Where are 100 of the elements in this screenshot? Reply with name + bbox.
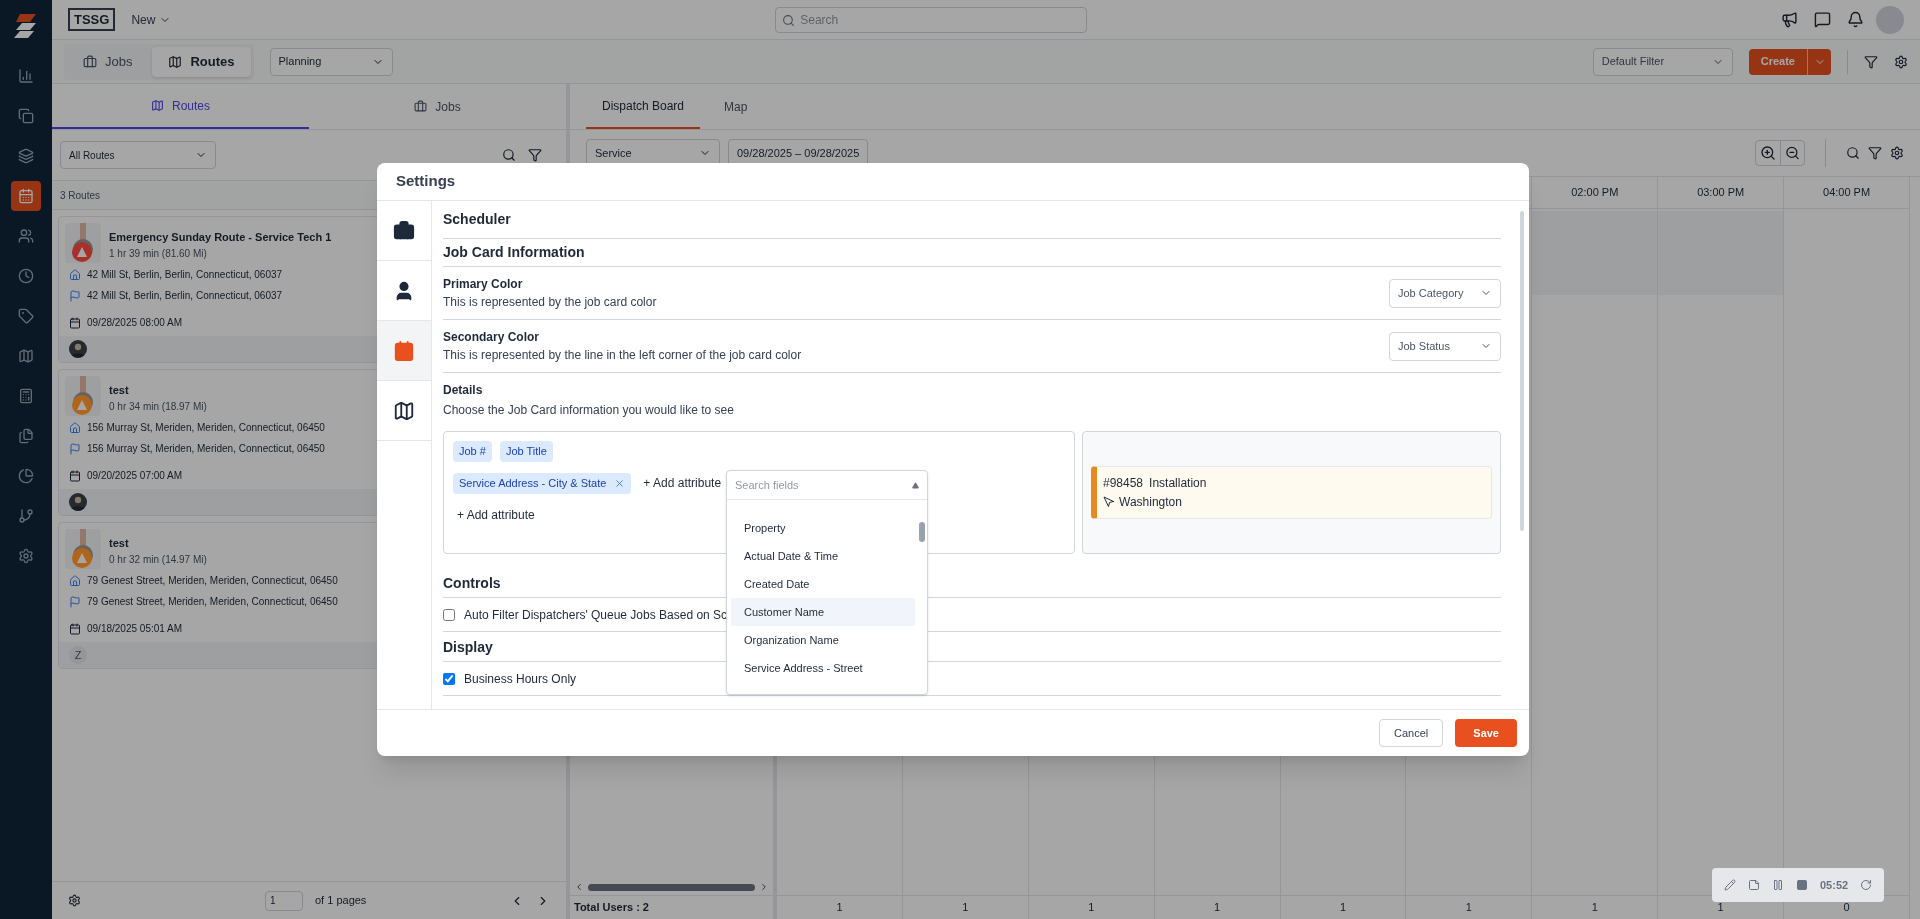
- settings-icon: [1894, 54, 1908, 69]
- section-title: Controls: [443, 574, 501, 593]
- field-option[interactable]: Customer Name: [731, 598, 915, 626]
- flag-icon: [69, 289, 81, 302]
- flag-icon: [69, 442, 81, 455]
- map-icon: [168, 54, 183, 69]
- hour-header: 02:00 PM: [1571, 185, 1619, 201]
- route-start: 156 Murray St, Meriden, Meriden, Connecticut, 06450: [87, 421, 325, 435]
- route-count: 3 Routes: [60, 188, 101, 203]
- route-start: 42 Mill St, Berlin, Berlin, Connecticut, 06037: [87, 268, 283, 282]
- remove-icon: [614, 477, 626, 489]
- horizontal-scrollbar[interactable]: [588, 883, 755, 891]
- copy-icon: [18, 108, 34, 124]
- dialog-title: Settings: [396, 171, 456, 192]
- field-option[interactable]: Actual Date & Time: [731, 542, 915, 570]
- branch-icon: [18, 508, 34, 524]
- board-tab[interactable]: Map: [708, 85, 764, 129]
- page-count: of 1 pages: [315, 893, 367, 909]
- panel-tab[interactable]: Jobs: [309, 84, 566, 129]
- mode-select[interactable]: Planning: [269, 47, 393, 76]
- calculator-icon: [18, 388, 34, 404]
- nav-rail-item[interactable]: [11, 181, 41, 211]
- megaphone-icon: [1781, 11, 1798, 28]
- total-users: Total Users : 2: [574, 900, 649, 916]
- setting-label: Details: [443, 382, 484, 399]
- job-number: #98458: [1103, 475, 1144, 492]
- job-location: Washington: [1119, 494, 1182, 511]
- route-duration: 1 hr 39 min (81.60 Mi): [109, 246, 208, 261]
- column-total: 1: [1717, 900, 1724, 916]
- scroll-left-icon: [574, 882, 584, 892]
- create-menu-button[interactable]: [1807, 48, 1831, 75]
- color-source-select[interactable]: Job Category: [1389, 278, 1501, 308]
- route-filter-select[interactable]: All Routes: [60, 141, 216, 169]
- notifications-icon: [1847, 11, 1864, 28]
- field-option[interactable]: Service Address - Street: [731, 654, 915, 682]
- field-option[interactable]: Created Date: [731, 570, 915, 598]
- briefcase-icon: [414, 100, 428, 113]
- calendar-icon: [393, 339, 415, 362]
- column-total: 1: [1088, 900, 1095, 916]
- caret-up-icon: [912, 481, 919, 489]
- flag-icon: [69, 595, 81, 608]
- chat-icon: [1814, 11, 1831, 28]
- route-name: test: [109, 536, 130, 551]
- route-duration: 0 hr 32 min (14.97 Mi): [109, 552, 207, 567]
- clock-icon: [18, 268, 34, 284]
- route-date: 09/28/2025 08:00 AM: [87, 316, 183, 330]
- section-title: Display: [443, 638, 493, 657]
- checkbox[interactable]: [443, 672, 455, 685]
- view-tab[interactable]: Jobs: [67, 46, 149, 77]
- map-icon: [393, 399, 415, 422]
- route-end: 79 Genest Street, Meriden, Meriden, Connecticut, 06450: [87, 595, 338, 609]
- page-field[interactable]: 1: [265, 890, 303, 911]
- search-fields-field[interactable]: Search fields: [727, 471, 912, 499]
- dropdown-scrollbar[interactable]: [919, 522, 925, 542]
- navigation-icon: [77, 247, 87, 257]
- view-tab[interactable]: Routes: [152, 46, 251, 77]
- briefcase-icon: [393, 219, 415, 242]
- bar-chart-icon: [18, 68, 34, 84]
- field-option[interactable]: Organization Name: [731, 626, 915, 654]
- pie-chart-icon: [18, 468, 34, 484]
- search-field[interactable]: Search: [775, 6, 1088, 33]
- calendar-icon: [69, 622, 81, 635]
- color-source-select[interactable]: Job Status: [1389, 331, 1501, 361]
- cancel-button[interactable]: Cancel: [1379, 719, 1444, 747]
- navigation-icon: [77, 553, 87, 563]
- new-menu[interactable]: New: [131, 10, 172, 29]
- navigation-icon: [77, 400, 87, 410]
- column-total: 1: [962, 900, 969, 916]
- checkbox[interactable]: [443, 608, 455, 621]
- save-button[interactable]: Save: [1455, 719, 1517, 747]
- column-total: 1: [1591, 900, 1598, 916]
- search-icon: [502, 148, 516, 162]
- column-total: 1: [1214, 900, 1221, 916]
- dialog-scrollbar[interactable]: [1520, 211, 1524, 531]
- calendar-icon: [69, 316, 81, 329]
- note-icon: [1748, 879, 1760, 891]
- settings-icon: [68, 894, 81, 907]
- map-icon: [18, 348, 34, 364]
- tag-icon: [18, 308, 34, 324]
- add-attribute-button[interactable]: + Add attribute: [639, 474, 726, 492]
- column-total: 1: [836, 900, 843, 916]
- panel-tab[interactable]: Routes: [52, 84, 309, 129]
- location-arrow-icon: [1103, 496, 1115, 508]
- attribute-chip[interactable]: Job #: [453, 440, 492, 462]
- job-title: Installation: [1149, 475, 1207, 492]
- board-tab[interactable]: Dispatch Board: [586, 85, 701, 129]
- filter-icon: [528, 148, 542, 162]
- route-start: 79 Genest Street, Meriden, Meriden, Connecticut, 06450: [87, 574, 338, 588]
- attribute-chip[interactable]: Job Title: [499, 440, 553, 462]
- route-name: Emergency Sunday Route - Service Tech 1: [109, 230, 332, 245]
- attribute-chip[interactable]: Service Address - City & State: [453, 472, 632, 494]
- home-icon: [69, 421, 81, 434]
- setting-label: Secondary Color: [443, 329, 541, 346]
- home-icon: [69, 574, 81, 587]
- route-date: 09/18/2025 05:01 AM: [87, 622, 183, 636]
- filter-select[interactable]: Default Filter: [1592, 47, 1733, 76]
- field-option[interactable]: Property: [731, 514, 915, 542]
- pause-icon: [1772, 879, 1784, 891]
- column-total: 0: [1843, 900, 1850, 916]
- home-icon: [69, 268, 81, 281]
